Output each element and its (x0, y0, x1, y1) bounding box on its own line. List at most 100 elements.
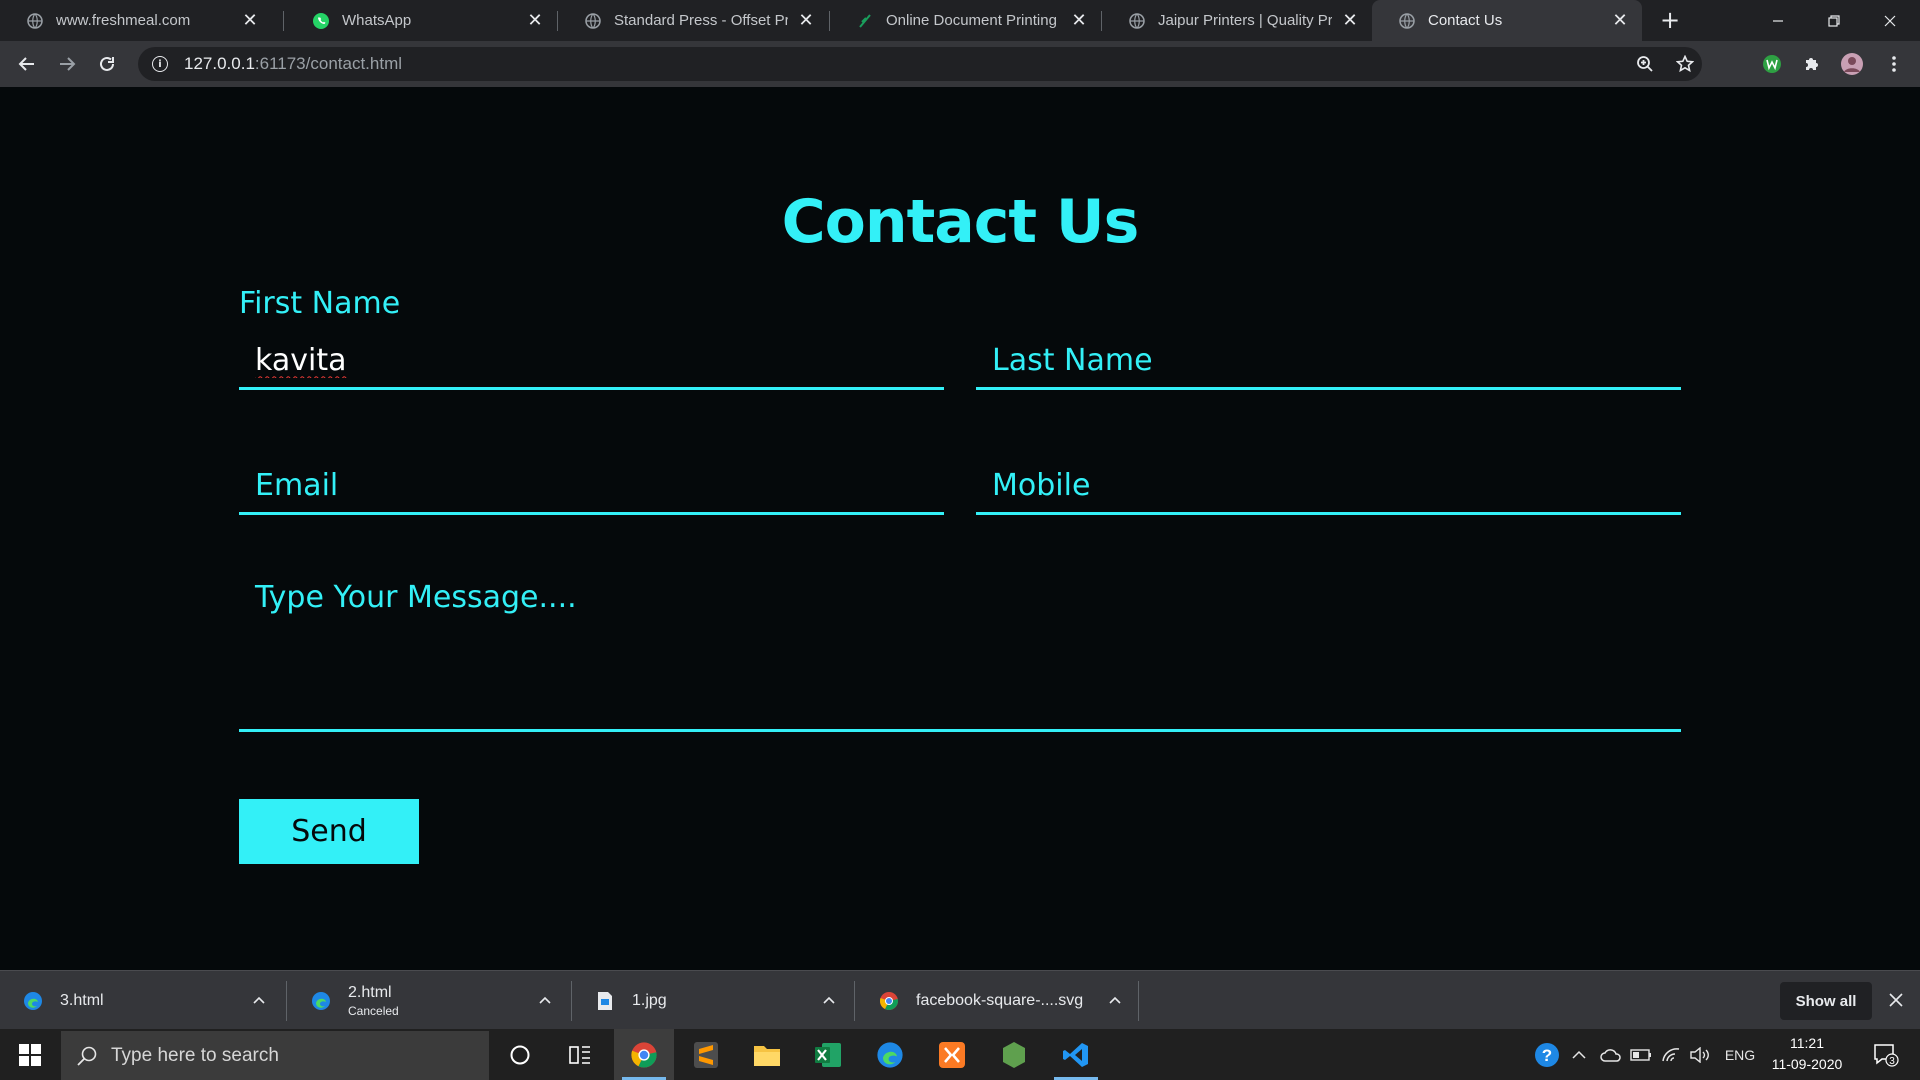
taskbar-edge[interactable] (860, 1029, 920, 1080)
chevron-up-icon[interactable] (818, 989, 840, 1011)
taskbar-file-explorer[interactable] (737, 1029, 797, 1080)
close-icon[interactable]: ✕ (796, 10, 816, 31)
chrome-icon (878, 990, 900, 1012)
tab-title: Contact Us (1428, 12, 1503, 29)
mobile-field[interactable] (976, 458, 1681, 515)
show-all-button[interactable]: Show all (1780, 982, 1872, 1020)
search-placeholder: Type here to search (111, 1044, 279, 1066)
page-title: Contact Us (781, 187, 1140, 257)
whatsapp-icon (312, 12, 330, 30)
close-icon[interactable]: ✕ (1340, 10, 1360, 31)
taskbar-search[interactable]: Type here to search (61, 1031, 489, 1080)
close-icon[interactable]: ✕ (525, 10, 545, 31)
menu-kebab-icon[interactable] (1882, 52, 1906, 76)
tab-title: Jaipur Printers | Quality Printi (1158, 12, 1332, 29)
forward-button[interactable] (53, 50, 81, 78)
taskbar-sublime-text[interactable] (676, 1029, 736, 1080)
taskbar-excel[interactable] (798, 1029, 858, 1080)
tab-strip: www.freshmeal.com ✕ WhatsApp ✕ Standard … (0, 0, 1920, 41)
edge-icon (22, 990, 44, 1012)
help-icon[interactable]: ? (1532, 1029, 1562, 1080)
url-text[interactable]: 127.0.0.1:61173/contact.html (184, 54, 402, 74)
back-button[interactable] (13, 50, 41, 78)
address-bar[interactable]: i 127.0.0.1:61173/contact.html (138, 47, 1702, 81)
first-name-label: First Name (239, 286, 401, 321)
printing-site-icon (856, 12, 874, 30)
reload-button[interactable] (93, 50, 121, 78)
tab-title: Online Document Printing at (886, 12, 1061, 29)
tab-whatsapp[interactable]: WhatsApp ✕ (286, 0, 557, 41)
clock-time: 11:21 (1790, 1035, 1824, 1051)
language-indicator[interactable]: ENG (1720, 1029, 1760, 1080)
email-input[interactable] (239, 458, 944, 512)
globe-icon (26, 12, 44, 30)
edge-icon (310, 990, 332, 1012)
download-filename: 2.html (348, 983, 392, 1001)
clock-date: 11-09-2020 (1771, 1056, 1843, 1072)
extension-w-icon[interactable] (1760, 52, 1784, 76)
extensions-puzzle-icon[interactable] (1800, 52, 1824, 76)
taskbar-chrome[interactable] (614, 1029, 674, 1080)
windows-start-button[interactable] (0, 1029, 60, 1080)
globe-icon (1398, 12, 1416, 30)
taskbar-node[interactable] (984, 1029, 1044, 1080)
download-filename: facebook-square-....svg (916, 991, 1084, 1009)
battery-icon[interactable] (1628, 1029, 1654, 1080)
globe-icon (584, 12, 602, 30)
last-name-input[interactable] (976, 333, 1681, 387)
image-file-icon (594, 990, 616, 1012)
download-item[interactable]: 2.html Canceled (288, 971, 566, 1030)
search-icon (75, 1044, 99, 1068)
new-tab-button[interactable]: + (1656, 6, 1684, 34)
tab-freshmeal[interactable]: www.freshmeal.com ✕ (0, 0, 272, 41)
close-shelf-icon[interactable] (1884, 988, 1908, 1012)
star-bookmark-icon[interactable] (1670, 47, 1700, 81)
restore-button[interactable] (1806, 0, 1862, 41)
tab-jaipur-printers[interactable]: Jaipur Printers | Quality Printi ✕ (1102, 0, 1372, 41)
volume-icon[interactable] (1688, 1029, 1714, 1080)
notification-count: 3 (1889, 1056, 1895, 1067)
mobile-input[interactable] (976, 458, 1681, 512)
download-item[interactable]: 3.html (0, 971, 280, 1030)
chevron-up-icon[interactable] (1568, 1029, 1590, 1080)
download-status: Canceled (348, 1003, 399, 1018)
tab-online-document-printing[interactable]: Online Document Printing at ✕ (830, 0, 1101, 41)
close-icon[interactable]: ✕ (1069, 10, 1089, 31)
info-icon[interactable]: i (152, 56, 168, 72)
taskbar-vscode[interactable] (1046, 1029, 1106, 1080)
globe-icon (1128, 12, 1146, 30)
chevron-up-icon[interactable] (1104, 989, 1126, 1011)
wifi-icon[interactable] (1658, 1029, 1684, 1080)
first-name-field[interactable] (239, 333, 944, 390)
send-button[interactable]: Send (239, 799, 419, 864)
first-name-input[interactable] (239, 333, 944, 387)
download-item[interactable]: facebook-square-....svg (856, 971, 1136, 1030)
cortana-icon[interactable] (490, 1029, 550, 1080)
minimize-button[interactable] (1750, 0, 1806, 41)
onedrive-icon[interactable] (1598, 1029, 1624, 1080)
download-filename: 3.html (60, 991, 104, 1009)
tab-title: Standard Press - Offset Printi (614, 12, 788, 29)
close-window-button[interactable] (1862, 0, 1918, 41)
contact-page: Contact Us First Name Send (0, 87, 1920, 970)
chevron-up-icon[interactable] (248, 989, 270, 1011)
profile-avatar[interactable] (1840, 52, 1864, 76)
close-icon[interactable]: ✕ (1610, 10, 1630, 31)
tab-contact-us[interactable]: Contact Us ✕ (1372, 0, 1642, 41)
tab-title: WhatsApp (342, 12, 412, 29)
email-field[interactable] (239, 458, 944, 515)
download-filename: 1.jpg (632, 991, 667, 1009)
tab-standard-press[interactable]: Standard Press - Offset Printi ✕ (558, 0, 828, 41)
last-name-field[interactable] (976, 333, 1681, 390)
chevron-up-icon[interactable] (534, 989, 556, 1011)
taskbar-clock[interactable]: 11:21 11-09-2020 (1762, 1033, 1852, 1077)
browser-toolbar: i 127.0.0.1:61173/contact.html (0, 41, 1920, 87)
message-textarea[interactable] (239, 562, 1681, 729)
notification-center-icon[interactable]: 3 (1862, 1029, 1910, 1080)
taskbar-xampp[interactable] (922, 1029, 982, 1080)
download-item[interactable]: 1.jpg (572, 971, 850, 1030)
close-icon[interactable]: ✕ (240, 10, 260, 31)
task-view-icon[interactable] (550, 1029, 610, 1080)
message-field[interactable] (239, 562, 1681, 732)
zoom-icon[interactable] (1630, 47, 1660, 81)
